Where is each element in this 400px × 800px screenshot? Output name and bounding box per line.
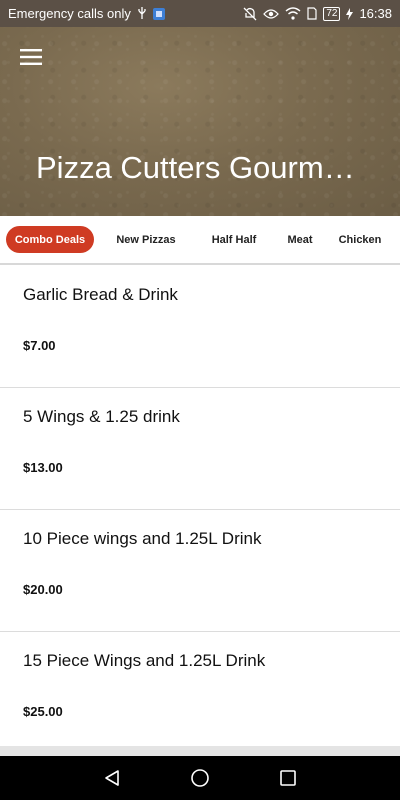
hamburger-menu-icon: [20, 49, 42, 65]
mute-icon: [243, 7, 257, 21]
item-price: $25.00: [23, 704, 63, 719]
back-button[interactable]: [100, 766, 124, 790]
category-tabs: Combo Deals New Pizzas Half Half Meat Ch…: [0, 216, 400, 265]
usb-icon: [137, 7, 147, 21]
list-footer-divider: [0, 746, 400, 756]
eye-icon: [263, 7, 280, 21]
recents-button[interactable]: [276, 766, 300, 790]
item-name: 15 Piece Wings and 1.25L Drink: [23, 651, 266, 670]
item-price: $13.00: [23, 460, 63, 475]
clock: 16:38: [359, 6, 392, 21]
tab-meat[interactable]: Meat: [272, 226, 328, 253]
menu-item[interactable]: 15 Piece Wings and 1.25L Drink $25.00: [0, 632, 400, 754]
menu-item[interactable]: Garlic Bread & Drink $7.00: [0, 266, 400, 388]
carrier-text: Emergency calls only: [8, 6, 131, 21]
recents-icon: [280, 770, 296, 786]
home-icon: [191, 769, 209, 787]
tab-chicken[interactable]: Chicken: [328, 226, 392, 253]
tab-half-half[interactable]: Half Half: [200, 226, 268, 253]
charging-icon: [346, 7, 354, 21]
item-name: 10 Piece wings and 1.25L Drink: [23, 529, 262, 548]
navigation-bar: [0, 756, 400, 800]
menu-item[interactable]: 5 Wings & 1.25 drink $13.00: [0, 388, 400, 510]
wifi-icon: [285, 7, 301, 21]
app-notification-icon: [152, 7, 165, 21]
store-header: Pizza Cutters Gourm…: [0, 0, 400, 216]
item-name: 5 Wings & 1.25 drink: [23, 407, 180, 426]
sim-icon: [307, 7, 317, 21]
store-title: Pizza Cutters Gourm…: [36, 150, 355, 185]
tab-new-pizzas[interactable]: New Pizzas: [96, 226, 196, 253]
item-name: Garlic Bread & Drink: [23, 285, 178, 304]
home-button[interactable]: [188, 766, 212, 790]
menu-item-list: Garlic Bread & Drink $7.00 5 Wings & 1.2…: [0, 266, 400, 754]
item-price: $20.00: [23, 582, 63, 597]
tab-combo-deals[interactable]: Combo Deals: [6, 226, 94, 253]
battery-icon: 72: [323, 6, 341, 21]
menu-button[interactable]: [14, 42, 48, 72]
item-price: $7.00: [23, 338, 56, 353]
status-bar: Emergency calls only 72 16:38: [0, 0, 400, 27]
menu-item[interactable]: 10 Piece wings and 1.25L Drink $20.00: [0, 510, 400, 632]
back-icon: [105, 770, 119, 786]
